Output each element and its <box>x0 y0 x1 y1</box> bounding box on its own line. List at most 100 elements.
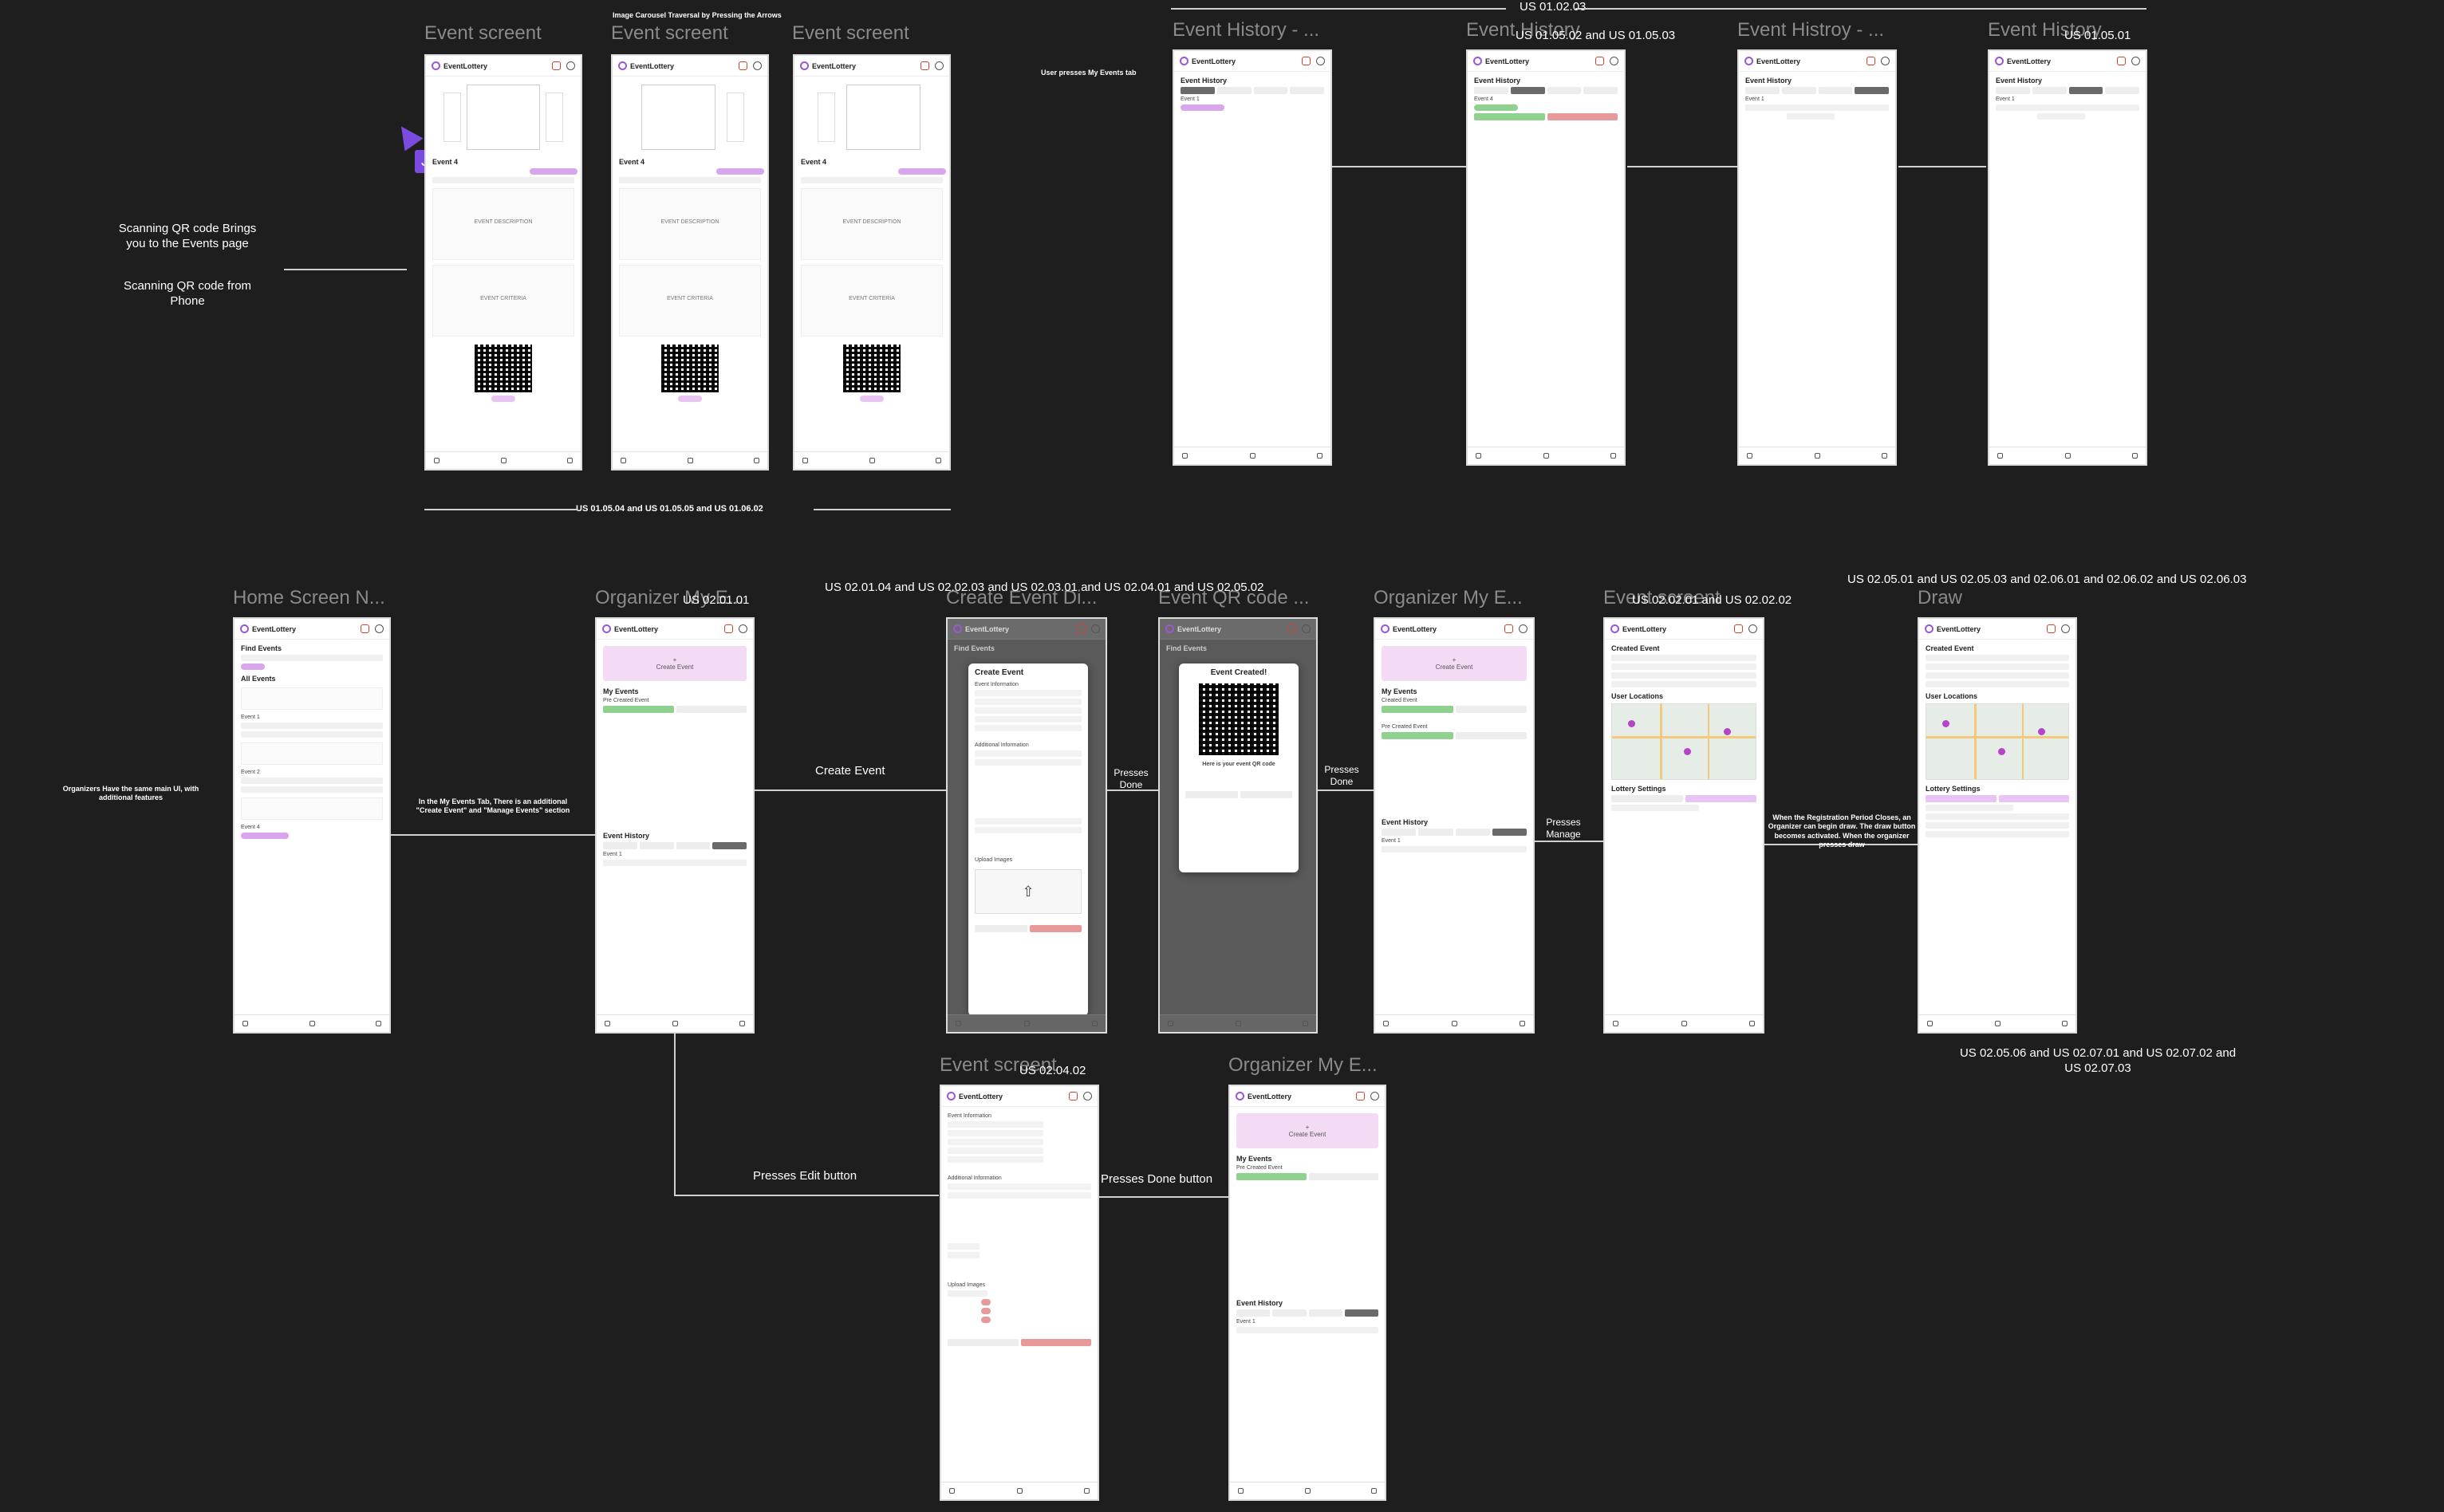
history-icon[interactable] <box>1092 1021 1098 1026</box>
frame-label[interactable]: Draw <box>1918 587 1962 609</box>
frame-label[interactable]: Event Histroy - ... <box>1737 19 1884 41</box>
history-icon[interactable] <box>1303 1021 1308 1026</box>
user-locations-map[interactable] <box>1926 703 2069 780</box>
event-item[interactable]: Event 1 <box>1382 838 1527 844</box>
profile-icon[interactable] <box>566 61 575 70</box>
search-input[interactable] <box>241 655 383 661</box>
bell-icon[interactable] <box>1356 1092 1365 1101</box>
event-item[interactable]: Event 1 <box>1745 96 1889 102</box>
history-icon[interactable] <box>1371 1488 1377 1494</box>
frame-label[interactable]: Organizer My E... <box>1374 587 1523 609</box>
profile-icon[interactable] <box>739 624 747 633</box>
event-item[interactable]: Event 1 <box>1181 96 1324 102</box>
history-icon[interactable] <box>376 1021 381 1026</box>
events-icon[interactable] <box>1681 1021 1687 1026</box>
image-carousel[interactable] <box>801 81 943 153</box>
bell-icon[interactable] <box>1504 624 1513 633</box>
done-button[interactable] <box>1020 1339 1091 1346</box>
history-icon[interactable] <box>936 458 941 463</box>
search-icon[interactable] <box>1613 1021 1618 1026</box>
history-tabs[interactable] <box>1382 829 1527 836</box>
bell-icon[interactable] <box>2047 624 2056 633</box>
accept-button[interactable] <box>1474 104 1518 111</box>
bell-icon[interactable] <box>2117 57 2126 65</box>
bell-icon[interactable] <box>724 624 733 633</box>
join-button[interactable] <box>530 168 577 175</box>
events-icon[interactable] <box>309 1021 315 1026</box>
history-tabs[interactable] <box>1474 87 1618 94</box>
history-icon[interactable] <box>1882 453 1887 459</box>
history-tabs[interactable] <box>1181 87 1324 94</box>
search-icon[interactable] <box>621 458 626 463</box>
search-icon[interactable] <box>1476 453 1481 459</box>
search-icon[interactable] <box>1383 1021 1389 1026</box>
criteria-field[interactable] <box>975 725 1082 731</box>
share-button[interactable] <box>678 396 702 402</box>
profile-icon[interactable] <box>1610 57 1618 65</box>
organizer-field[interactable] <box>975 707 1082 714</box>
event-item[interactable]: Event 1 <box>1996 96 2139 102</box>
profile-icon[interactable] <box>2061 624 2070 633</box>
profile-icon[interactable] <box>1748 624 1757 633</box>
bell-icon[interactable] <box>1287 624 1296 633</box>
events-icon[interactable] <box>500 458 507 463</box>
search-icon[interactable] <box>1927 1021 1933 1026</box>
history-icon[interactable] <box>1520 1021 1525 1026</box>
profile-icon[interactable] <box>1083 1092 1092 1101</box>
create-event-button[interactable]: + Create Event <box>603 646 747 681</box>
history-icon[interactable] <box>754 458 759 463</box>
search-icon[interactable] <box>949 1488 955 1494</box>
history-tabs[interactable] <box>1745 87 1889 94</box>
search-icon[interactable] <box>802 458 808 463</box>
frame-label[interactable]: Event screent <box>611 22 728 45</box>
user-locations-map[interactable] <box>1611 703 1756 780</box>
event-item[interactable]: Pre Created Event <box>1382 724 1527 730</box>
history-icon[interactable] <box>1749 1021 1755 1026</box>
search-icon[interactable] <box>1997 453 2003 459</box>
description-field[interactable] <box>975 716 1082 723</box>
profile-icon[interactable] <box>1370 1092 1379 1101</box>
frame-label[interactable]: Event screent <box>792 22 909 45</box>
join-button[interactable] <box>716 168 764 175</box>
search-icon[interactable] <box>1182 453 1188 459</box>
event-item[interactable]: Event 1 <box>1236 1319 1378 1325</box>
frame-label[interactable]: Event History - ... <box>1173 19 1319 41</box>
events-icon[interactable] <box>1023 1021 1030 1026</box>
profile-icon[interactable] <box>753 61 762 70</box>
event-card[interactable]: Event 1 <box>241 715 383 720</box>
join-button[interactable] <box>241 833 289 839</box>
bell-icon[interactable] <box>1867 57 1875 65</box>
event-item[interactable]: Event 1 <box>603 852 747 857</box>
profile-icon[interactable] <box>1881 57 1890 65</box>
search-icon[interactable] <box>1747 453 1752 459</box>
event-card[interactable]: Event 2 <box>241 770 383 775</box>
create-event-button[interactable]: + Create Event <box>1236 1113 1378 1148</box>
bell-icon[interactable] <box>361 624 369 633</box>
search-icon[interactable] <box>956 1021 961 1026</box>
image-carousel[interactable] <box>432 81 574 153</box>
profile-icon[interactable] <box>1519 624 1528 633</box>
event-card[interactable]: Event 4 <box>241 825 383 830</box>
events-icon[interactable] <box>1994 1021 2001 1026</box>
events-icon[interactable] <box>1016 1488 1023 1494</box>
share-button[interactable] <box>1185 791 1238 798</box>
events-icon[interactable] <box>1814 453 1820 459</box>
join-button[interactable] <box>898 168 946 175</box>
search-icon[interactable] <box>1168 1021 1173 1026</box>
events-icon[interactable] <box>672 1021 678 1026</box>
event-item[interactable]: Pre Created Event <box>1236 1165 1378 1171</box>
bell-icon[interactable] <box>1302 57 1311 65</box>
history-icon[interactable] <box>1084 1488 1090 1494</box>
profile-icon[interactable] <box>935 61 944 70</box>
frame-label[interactable]: Home Screen N... <box>233 587 385 609</box>
event-item[interactable]: Event 4 <box>1474 96 1618 102</box>
event-name-field[interactable] <box>975 690 1082 696</box>
search-icon[interactable] <box>434 458 440 463</box>
create-event-modal[interactable]: Create Event Event Information Additiona… <box>968 663 1088 1016</box>
history-tabs[interactable] <box>1996 87 2139 94</box>
bell-icon[interactable] <box>552 61 561 70</box>
bell-icon[interactable] <box>920 61 929 70</box>
location-field[interactable] <box>975 699 1082 705</box>
event-item[interactable]: Created Event <box>1382 698 1527 703</box>
history-icon[interactable] <box>1610 453 1616 459</box>
